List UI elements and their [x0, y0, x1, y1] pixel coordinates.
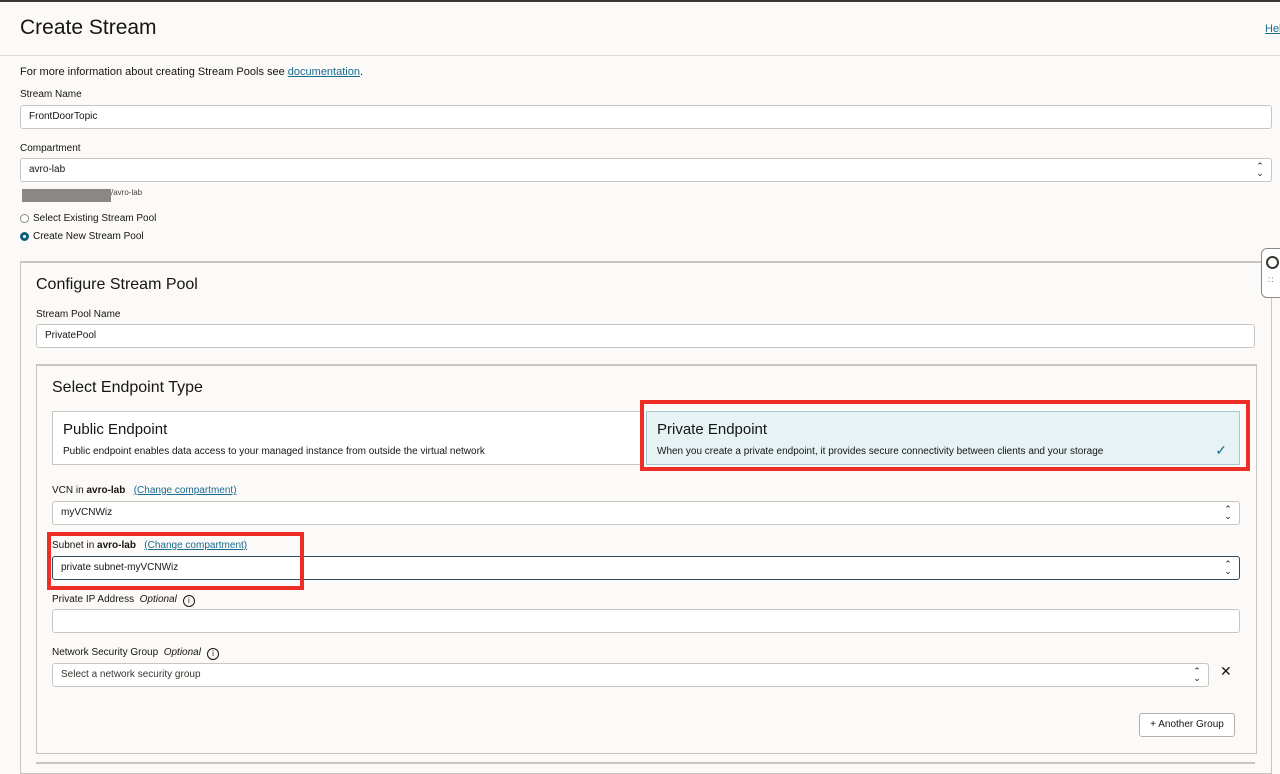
compartment-path: /avro-lab [111, 188, 143, 197]
pool-name-label: Stream Pool Name [36, 309, 121, 320]
private-ip-label: Private IP Address Optional i [52, 594, 195, 607]
page-title: Create Stream [20, 16, 157, 39]
nsg-select[interactable]: Select a network security group ⌃ ⌄ [52, 663, 1209, 687]
another-group-button[interactable]: + Another Group [1139, 713, 1235, 737]
private-ip-label-text: Private IP Address [52, 594, 135, 605]
vcn-label: VCN in avro-lab (Change compartment) [52, 485, 237, 496]
help-link[interactable]: Help [1265, 23, 1280, 35]
stream-name-label: Stream Name [20, 89, 82, 100]
page-header: Create Stream Help [0, 2, 1280, 56]
subnet-highlight [47, 532, 304, 590]
select-arrows-icon: ⌃ ⌄ [1193, 666, 1201, 683]
radio-new-pool[interactable]: Create New Stream Pool [20, 231, 144, 242]
vcn-label-prefix: VCN in [52, 485, 87, 496]
public-endpoint-card[interactable]: Public Endpoint Public endpoint enables … [52, 411, 644, 465]
vcn-select[interactable]: myVCNWiz ⌃ ⌄ [52, 501, 1240, 525]
private-ip-input[interactable] [52, 609, 1240, 633]
help-feedback-tab[interactable]: :: [1261, 248, 1280, 298]
public-endpoint-desc: Public endpoint enables data access to y… [63, 446, 485, 457]
private-ip-optional: Optional [139, 594, 177, 605]
endpoint-title: Select Endpoint Type [52, 379, 203, 396]
public-endpoint-title: Public Endpoint [63, 421, 168, 438]
pool-name-input[interactable]: PrivatePool [36, 324, 1255, 348]
radio-existing-pool[interactable]: Select Existing Stream Pool [20, 213, 156, 224]
info-icon[interactable]: i [182, 595, 195, 607]
select-arrows-icon: ⌃ ⌄ [1256, 161, 1264, 178]
lifebuoy-icon [1266, 256, 1279, 269]
next-section-border [36, 762, 1255, 764]
compartment-select[interactable]: avro-lab ⌃ ⌄ [20, 158, 1272, 182]
select-arrows-icon: ⌃ ⌄ [1224, 559, 1232, 576]
configure-pool-title: Configure Stream Pool [36, 276, 198, 293]
vcn-change-compartment-link[interactable]: (Change compartment) [134, 485, 237, 496]
remove-group-button[interactable]: ✕ [1220, 663, 1232, 680]
compartment-label: Compartment [20, 143, 81, 154]
radio-existing-label: Select Existing Stream Pool [33, 213, 157, 224]
nsg-placeholder: Select a network security group [61, 669, 201, 680]
info-text: For more information about creating Stre… [20, 66, 363, 78]
info-suffix: . [359, 66, 364, 78]
radio-new-label: Create New Stream Pool [33, 231, 144, 242]
redacted-path [22, 189, 111, 202]
select-arrows-icon: ⌃ ⌄ [1224, 504, 1232, 521]
compartment-value: avro-lab [29, 164, 66, 175]
nsg-label-text: Network Security Group [52, 647, 159, 658]
info-icon[interactable]: i [206, 648, 219, 660]
info-prefix: For more information about creating Stre… [20, 66, 288, 78]
radio-unselected-icon [20, 214, 29, 223]
stream-name-input[interactable]: FrontDoorTopic [20, 105, 1272, 129]
vcn-value: myVCNWiz [61, 507, 113, 518]
nsg-label: Network Security Group Optional i [52, 647, 219, 660]
documentation-link[interactable]: documentation [288, 66, 360, 78]
private-endpoint-highlight [640, 400, 1250, 471]
nsg-optional: Optional [163, 647, 201, 658]
grid-dots-icon: :: [1268, 275, 1275, 284]
radio-selected-icon [20, 232, 29, 241]
vcn-compartment: avro-lab [86, 485, 126, 496]
